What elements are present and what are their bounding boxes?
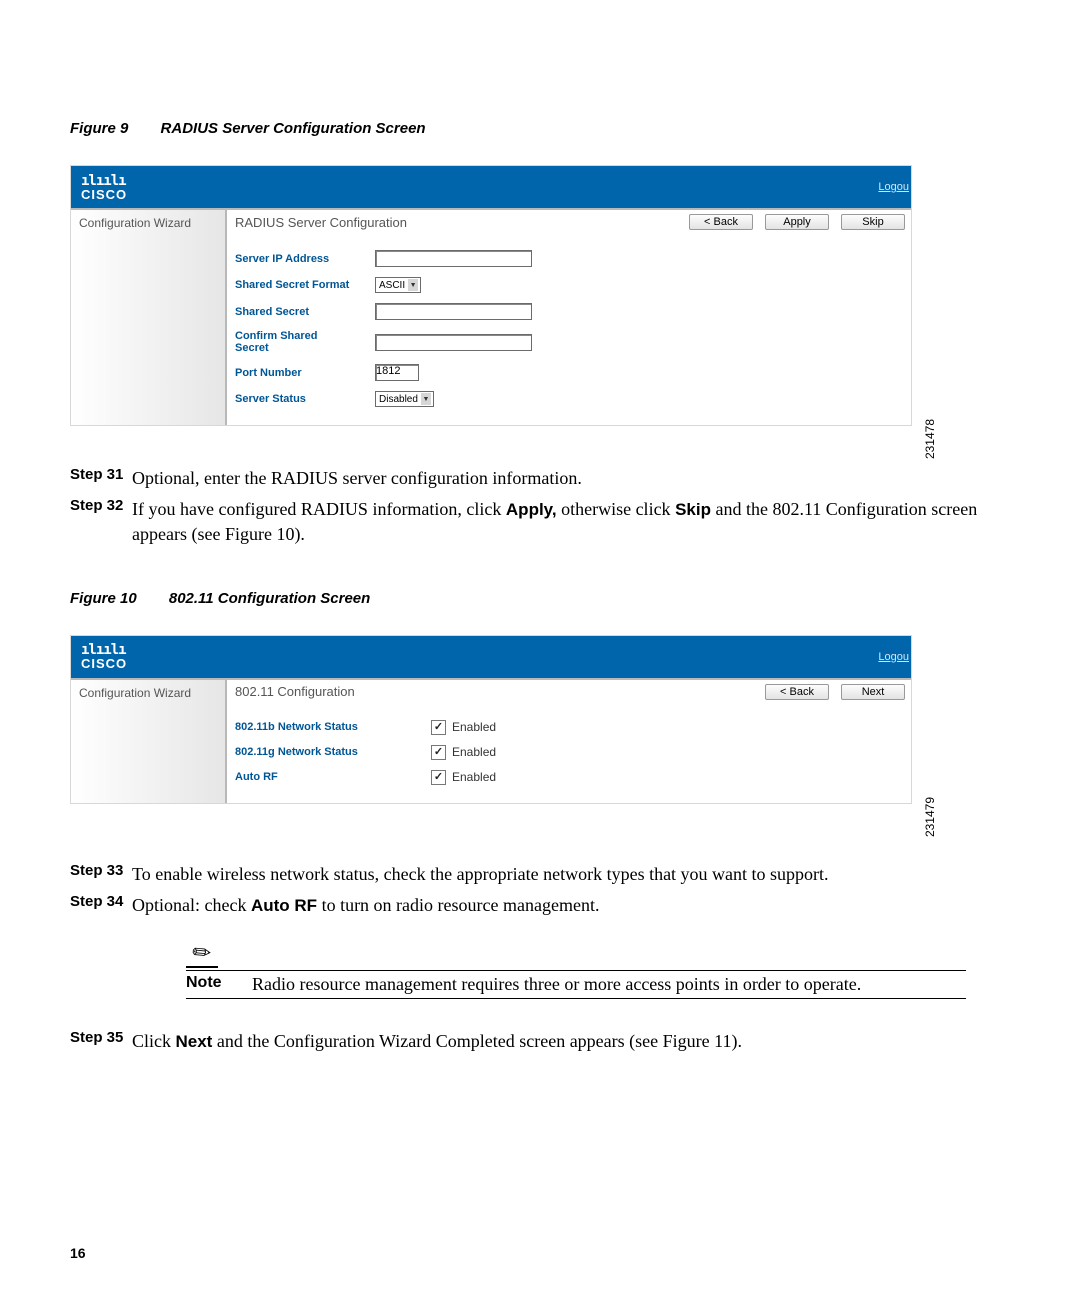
note-text: Radio resource management requires three… bbox=[252, 974, 861, 995]
logout-link[interactable]: Logou bbox=[878, 181, 911, 193]
sidebar-label: Configuration Wizard bbox=[71, 680, 227, 803]
chevron-down-icon: ▼ bbox=[408, 279, 418, 291]
figure9-screenshot: ılıılı CISCO Logou Configuration Wizard … bbox=[70, 165, 912, 426]
autorf-checkbox[interactable]: ✓ bbox=[431, 770, 446, 785]
image-id: 231478 bbox=[923, 419, 937, 459]
chevron-down-icon: ▼ bbox=[421, 393, 431, 405]
step-33-label: Step 33 bbox=[70, 862, 132, 879]
step-34-label: Step 34 bbox=[70, 893, 132, 910]
figure10-caption: Figure 10 802.11 Configuration Screen bbox=[70, 590, 1000, 607]
figure10-title: 802.11 Configuration Screen bbox=[169, 590, 370, 607]
figure9-number: Figure 9 bbox=[70, 120, 128, 137]
enabled-label: Enabled bbox=[452, 745, 496, 759]
step-31-text: Optional, enter the RADIUS server config… bbox=[132, 466, 1000, 491]
panel-title: RADIUS Server Configuration bbox=[235, 215, 407, 230]
cisco-header: ılıılı CISCO Logou bbox=[71, 166, 911, 208]
port-number-input[interactable]: 1812 bbox=[375, 364, 419, 381]
step-31-label: Step 31 bbox=[70, 466, 132, 483]
shared-secret-input[interactable] bbox=[375, 303, 532, 320]
skip-button[interactable]: Skip bbox=[841, 214, 905, 230]
cisco-logo: ılıılı CISCO bbox=[81, 643, 127, 670]
step-33-text: To enable wireless network status, check… bbox=[132, 862, 1000, 887]
figure10-number: Figure 10 bbox=[70, 590, 137, 607]
80211g-checkbox[interactable]: ✓ bbox=[431, 745, 446, 760]
figure9-caption: Figure 9 RADIUS Server Configuration Scr… bbox=[70, 120, 1000, 137]
step-32-label: Step 32 bbox=[70, 497, 132, 514]
step-35-label: Step 35 bbox=[70, 1029, 132, 1046]
80211b-label: 802.11b Network Status bbox=[235, 721, 431, 733]
confirm-secret-label: Confirm Shared Secret bbox=[235, 330, 375, 354]
step-32-text: If you have configured RADIUS informatio… bbox=[132, 497, 1000, 547]
server-ip-input[interactable] bbox=[375, 250, 532, 267]
80211g-label: 802.11g Network Status bbox=[235, 746, 431, 758]
port-number-label: Port Number bbox=[235, 367, 375, 379]
enabled-label: Enabled bbox=[452, 770, 496, 784]
cisco-header: ılıılı CISCO Logou bbox=[71, 636, 911, 678]
note-label: Note bbox=[186, 974, 252, 995]
step-34-text: Optional: check Auto RF to turn on radio… bbox=[132, 893, 1000, 918]
figure9-title: RADIUS Server Configuration Screen bbox=[161, 120, 426, 137]
server-ip-label: Server IP Address bbox=[235, 253, 375, 265]
enabled-label: Enabled bbox=[452, 720, 496, 734]
shared-secret-format-select[interactable]: ASCII ▼ bbox=[375, 277, 421, 293]
shared-secret-label: Shared Secret bbox=[235, 306, 375, 318]
80211b-checkbox[interactable]: ✓ bbox=[431, 720, 446, 735]
figure10-screenshot: ılıılı CISCO Logou Configuration Wizard … bbox=[70, 635, 912, 804]
server-status-label: Server Status bbox=[235, 393, 375, 405]
logout-link[interactable]: Logou bbox=[878, 651, 911, 663]
step-35-text: Click Next and the Configuration Wizard … bbox=[132, 1029, 1000, 1054]
back-button[interactable]: < Back bbox=[765, 684, 829, 700]
panel-title: 802.11 Configuration bbox=[235, 684, 355, 699]
server-status-select[interactable]: Disabled ▼ bbox=[375, 391, 434, 407]
shared-secret-format-label: Shared Secret Format bbox=[235, 279, 375, 291]
image-id: 231479 bbox=[923, 797, 937, 837]
sidebar-label: Configuration Wizard bbox=[71, 210, 227, 425]
pencil-icon: ✎ bbox=[186, 940, 218, 968]
next-button[interactable]: Next bbox=[841, 684, 905, 700]
apply-button[interactable]: Apply bbox=[765, 214, 829, 230]
back-button[interactable]: < Back bbox=[689, 214, 753, 230]
note-block: ✎ Note Radio resource management require… bbox=[186, 940, 966, 999]
cisco-logo: ılıılı CISCO bbox=[81, 174, 127, 201]
page-number: 16 bbox=[70, 1245, 86, 1261]
confirm-secret-input[interactable] bbox=[375, 334, 532, 351]
autorf-label: Auto RF bbox=[235, 771, 431, 783]
